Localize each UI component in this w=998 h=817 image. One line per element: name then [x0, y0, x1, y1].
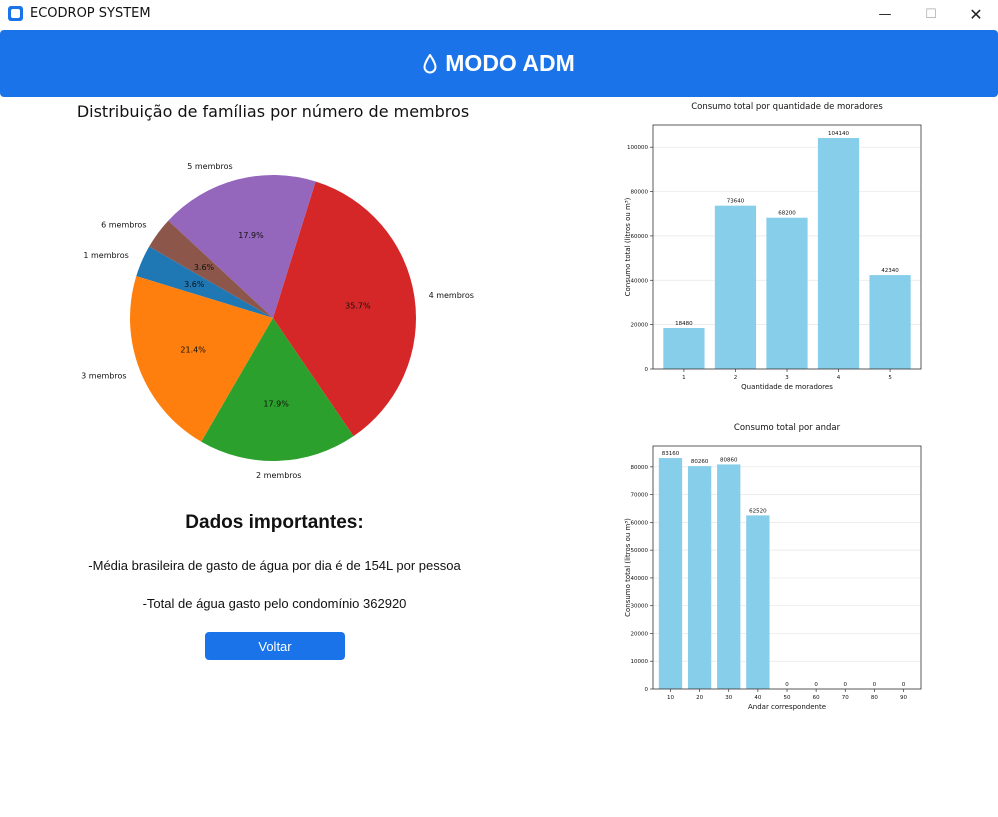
pie-chart: 3.6% 1 membros 21.4% 3 membros 17.9% 2 membro…	[81, 162, 474, 480]
pie-pct-label: 21.4%	[180, 345, 206, 354]
x-tick-label: 30	[725, 695, 732, 701]
x-tick-label: 60	[813, 695, 820, 701]
y-tick-label: 60000	[631, 234, 649, 240]
y-tick-label: 20000	[631, 323, 649, 329]
x-tick-label: 80	[871, 695, 878, 701]
x-tick-label: 1	[682, 375, 686, 381]
bar-value-label: 0	[873, 682, 877, 688]
y-tick-label: 40000	[631, 278, 649, 284]
pie-slice-label: 1 membros	[83, 251, 128, 260]
app-logo-icon	[8, 6, 23, 21]
y-tick-label: 0	[645, 687, 649, 693]
bar-40	[746, 515, 770, 689]
x-tick-label: 5	[888, 375, 892, 381]
bar-chart-title: Consumo total por quantidade de moradore…	[691, 102, 883, 112]
bar-value-label: 0	[785, 682, 789, 688]
bar-5	[869, 275, 911, 369]
y-tick-label: 100000	[627, 145, 648, 151]
bar-value-label: 80860	[720, 457, 738, 463]
bar-value-label: 68200	[778, 211, 796, 217]
pie-pct-label: 3.6%	[194, 263, 215, 272]
pie-pct-label: 35.7%	[345, 301, 371, 310]
bar-2	[714, 205, 757, 369]
x-axis-label: Andar correspondente	[748, 703, 826, 711]
bar-3	[766, 217, 808, 369]
y-tick-label: 80000	[631, 465, 649, 471]
header-title-group: MODO ADM	[423, 50, 575, 77]
y-axis-label: Consumo total (litros ou m³)	[624, 518, 632, 617]
x-tick-label: 20	[696, 695, 703, 701]
x-tick-label: 3	[785, 375, 789, 381]
bar-4	[817, 137, 860, 369]
y-tick-label: 50000	[631, 548, 649, 554]
close-button[interactable]: ✕	[953, 0, 998, 28]
bar-10	[658, 458, 683, 689]
pie-pct-label: 3.6%	[184, 280, 205, 289]
bar-20	[687, 466, 712, 689]
y-axis-label: Consumo total (litros ou m³)	[624, 197, 632, 296]
bar-1	[663, 328, 705, 369]
x-tick-label: 90	[900, 695, 907, 701]
pie-pct-label: 17.9%	[238, 231, 264, 240]
maximize-button[interactable]: ☐	[908, 0, 954, 28]
y-tick-label: 60000	[631, 520, 649, 526]
x-tick-label: 70	[842, 695, 849, 701]
y-tick-label: 40000	[631, 576, 649, 582]
residents-consumption-chart: Consumo total por quantidade de moradore…	[624, 102, 922, 391]
pie-slice-label: 2 membros	[256, 471, 301, 480]
bar-30	[717, 464, 741, 689]
bar-value-label: 83160	[662, 451, 680, 457]
pie-slice-label: 4 membros	[429, 291, 474, 300]
x-tick-label: 10	[667, 695, 674, 701]
important-data-title: Dados importantes:	[185, 512, 364, 533]
y-tick-label: 20000	[631, 631, 649, 637]
bar-chart-title: Consumo total por andar	[734, 423, 841, 433]
x-axis-label: Quantidade de moradores	[741, 383, 833, 391]
page-title: MODO ADM	[445, 50, 575, 76]
app-header: MODO ADM	[0, 30, 998, 97]
y-tick-label: 70000	[631, 493, 649, 499]
bar-value-label: 62520	[749, 508, 767, 514]
x-tick-label: 4	[837, 375, 841, 381]
bar-value-label: 0	[902, 682, 906, 688]
bar-value-label: 18480	[675, 321, 693, 327]
pie-slice-label: 6 membros	[101, 220, 146, 229]
bar-value-label: 104140	[828, 131, 849, 137]
water-drop-icon	[423, 53, 437, 73]
y-tick-label: 30000	[631, 604, 649, 610]
bar-value-label: 42340	[881, 268, 899, 274]
bar-value-label: 73640	[727, 199, 745, 205]
bar-value-label: 80260	[691, 459, 709, 465]
minimize-button[interactable]: —	[862, 0, 908, 28]
back-button[interactable]: Voltar	[205, 632, 345, 660]
x-tick-label: 50	[784, 695, 791, 701]
bar-value-label: 0	[844, 682, 848, 688]
y-tick-label: 0	[645, 367, 649, 373]
pie-chart-title: Distribuição de famílias por número de m…	[76, 102, 470, 121]
pie-pct-label: 17.9%	[263, 400, 289, 409]
y-tick-label: 10000	[631, 659, 649, 665]
pie-slice-label: 3 membros	[81, 371, 126, 380]
x-tick-label: 40	[754, 695, 761, 701]
bar-value-label: 0	[814, 682, 818, 688]
window-titlebar: ECODROP SYSTEM — ☐ ✕	[0, 0, 998, 28]
window-title: ECODROP SYSTEM	[30, 6, 151, 21]
pie-slice-label: 5 membros	[187, 162, 232, 171]
water-average-text: -Média brasileira de gasto de água por d…	[88, 558, 461, 573]
floor-consumption-chart: Consumo total por andar01000020000300004…	[624, 423, 922, 711]
y-tick-label: 80000	[631, 190, 649, 196]
x-tick-label: 2	[734, 375, 738, 381]
total-water-text: -Total de água gasto pelo condomínio 362…	[142, 596, 407, 611]
